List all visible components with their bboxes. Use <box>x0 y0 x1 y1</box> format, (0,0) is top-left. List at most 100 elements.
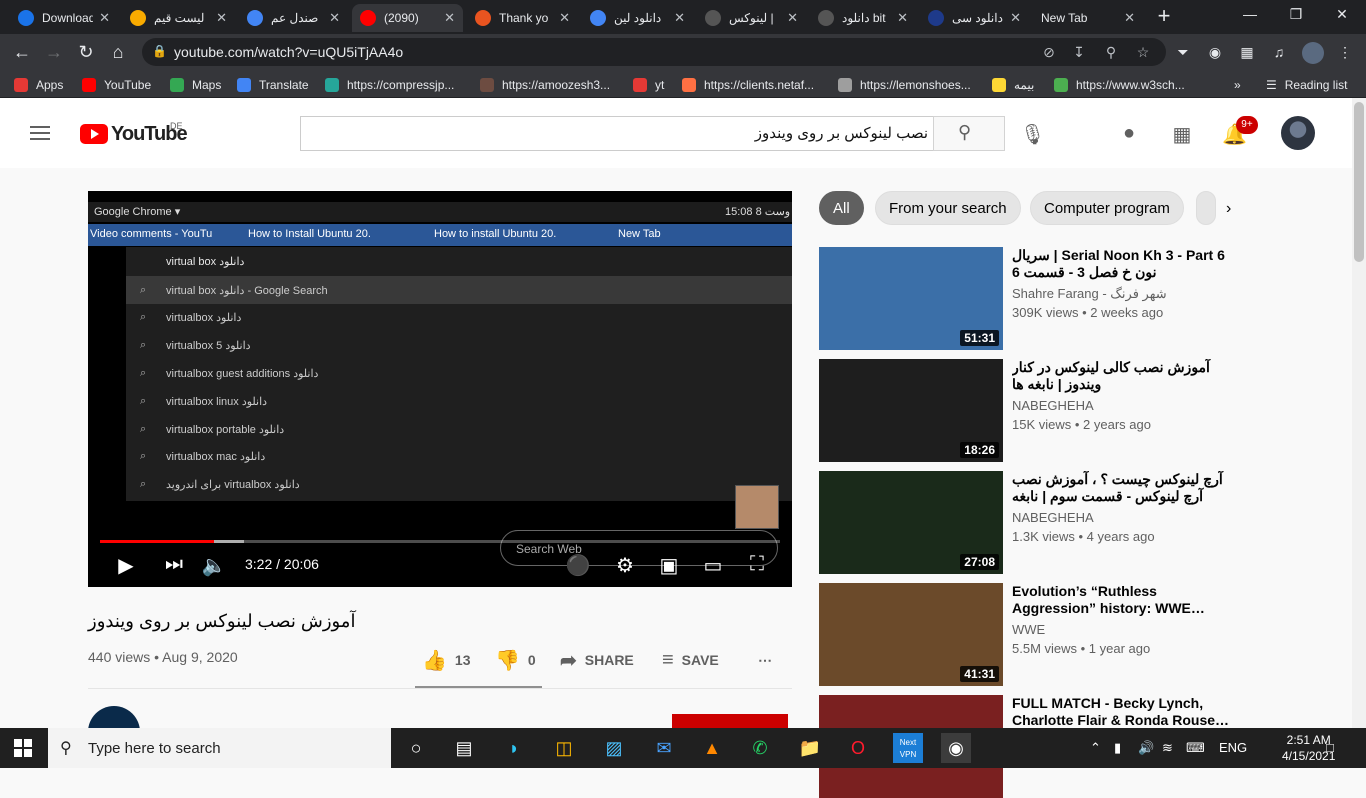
bookmark-item[interactable]: https://compressjp... <box>325 77 454 93</box>
autoplay-toggle[interactable]: ⚫ <box>562 553 594 578</box>
volume-icon[interactable]: 🔈 <box>201 553 227 578</box>
save-button[interactable]: ≡ SAVE <box>662 648 719 672</box>
keyboard-icon[interactable]: ⌨ <box>1186 740 1205 756</box>
next-icon[interactable]: ⏭ <box>161 553 187 576</box>
close-tab-icon[interactable]: ✕ <box>329 10 340 26</box>
browser-tab[interactable]: دانلود سی ✕ <box>920 4 1029 32</box>
browser-tab[interactable]: صندل عم ✕ <box>239 4 348 32</box>
dislike-button[interactable]: 👎 0 <box>495 648 536 672</box>
reading-list[interactable]: ☰ Reading list <box>1266 77 1347 93</box>
recommended-video[interactable]: 41:31 Evolution’s “Ruthless Aggression” h… <box>819 583 1349 686</box>
notifications-icon[interactable]: □ <box>1326 740 1334 755</box>
chip-all[interactable]: All <box>819 191 864 225</box>
video-thumbnail[interactable]: 18:26 <box>819 359 1003 462</box>
browser-tab[interactable]: لیست قیم ✕ <box>122 4 235 32</box>
home-icon[interactable]: ⌂ <box>108 42 128 62</box>
recommended-video-title[interactable]: FULL MATCH - Becky Lynch, Charlotte Flai… <box>1012 695 1242 729</box>
recommended-video-channel[interactable]: Shahre Farang - شهر فرنگ <box>1012 286 1167 302</box>
extension-download-icon[interactable]: ⏷ <box>1174 43 1192 61</box>
chrome-taskbar-icon[interactable]: ◉ <box>941 733 971 763</box>
zoom-icon[interactable]: ⚲ <box>1102 43 1120 61</box>
like-button[interactable]: 👍 13 <box>422 648 470 672</box>
close-tab-icon[interactable]: ✕ <box>559 10 570 26</box>
more-actions-icon[interactable]: ⋯ <box>758 648 772 672</box>
store-icon[interactable]: ◫ <box>549 733 579 763</box>
language-indicator[interactable]: ENG <box>1219 740 1247 755</box>
close-tab-icon[interactable]: ✕ <box>674 10 685 26</box>
device-icon[interactable]: ▨ <box>599 733 629 763</box>
browser-tab[interactable]: (2090) ✕ <box>352 4 463 32</box>
tray-up-chevron-icon[interactable]: ⌃ <box>1090 740 1101 756</box>
recommended-video-title[interactable]: آرچ لینوکس چیست ؟ ، آموزش نصب آرچ لینوکس… <box>1012 471 1242 505</box>
recommended-video[interactable]: 18:26 آموزش نصب کالی لینوکس در کنار ویندو… <box>819 359 1349 462</box>
recommended-video-channel[interactable]: NABEGHEHA <box>1012 510 1094 525</box>
settings-gear-icon[interactable]: ⚙ <box>612 553 638 578</box>
video-thumbnail[interactable]: 51:31 <box>819 247 1003 350</box>
lock-icon[interactable]: 🔒 <box>152 44 167 58</box>
browser-tab[interactable]: Download ✕ <box>10 4 118 32</box>
recommended-video-title[interactable]: آموزش نصب کالی لینوکس در کنار ویندوز | ن… <box>1012 359 1242 393</box>
nextvpn-icon[interactable]: Next VPN <box>893 733 923 763</box>
speaker-icon[interactable]: 🔊 <box>1138 740 1154 756</box>
bookmark-item[interactable]: بیمه <box>992 77 1034 93</box>
apps-grid-icon[interactable]: ▦ <box>1170 122 1194 147</box>
menu-dots-icon[interactable]: ⋮ <box>1336 43 1354 61</box>
bookmark-item[interactable]: https://www.w3sch... <box>1054 77 1185 93</box>
cortana-icon[interactable]: ○ <box>401 733 431 763</box>
chevron-right-icon[interactable]: › <box>1226 200 1231 218</box>
close-tab-icon[interactable]: ✕ <box>1124 10 1135 26</box>
more-bookmarks-icon[interactable]: » <box>1234 77 1241 93</box>
new-tab-button[interactable]: + <box>1152 5 1176 29</box>
windows-start-icon[interactable] <box>14 739 32 757</box>
bookmark-item[interactable]: https://lemonshoes... <box>838 77 971 93</box>
youtube-logo-icon[interactable] <box>80 124 108 144</box>
install-icon[interactable]: ↧ <box>1070 43 1088 61</box>
chip-computer-program[interactable]: Computer program <box>1030 191 1184 225</box>
browser-tab[interactable]: Thank yo ✕ <box>467 4 578 32</box>
extension-circle-icon[interactable]: ◉ <box>1206 43 1224 61</box>
file-explorer-icon[interactable]: 📁 <box>795 733 825 763</box>
whatsapp-icon[interactable]: ✆ <box>745 733 775 763</box>
bookmark-item[interactable]: Maps <box>170 77 221 93</box>
address-url[interactable]: youtube.com/watch?v=uQU5iTjAA4o <box>174 44 403 60</box>
reload-icon[interactable]: ↻ <box>76 42 96 62</box>
task-view-icon[interactable]: ▤ <box>449 733 479 763</box>
recommended-video[interactable]: 27:08 آرچ لینوکس چیست ؟ ، آموزش نصب آرچ ل… <box>819 471 1349 574</box>
taskbar-search-placeholder[interactable]: Type here to search <box>88 740 221 757</box>
play-icon[interactable]: ▶ <box>113 553 139 578</box>
browser-tab[interactable]: لینوکس | ✕ <box>697 4 806 32</box>
recommended-video-title[interactable]: Evolution’s “Ruthless Aggression” histor… <box>1012 583 1242 617</box>
bookmark-item[interactable]: YouTube <box>82 77 151 93</box>
blocked-icon[interactable]: ⊘ <box>1040 43 1058 61</box>
account-avatar[interactable] <box>1281 116 1315 150</box>
share-button[interactable]: ➦ SHARE <box>560 648 634 672</box>
video-thumbnail[interactable]: 27:08 <box>819 471 1003 574</box>
chip-partial[interactable] <box>1196 191 1216 225</box>
close-tab-icon[interactable]: ✕ <box>787 10 798 26</box>
opera-icon[interactable]: O <box>843 733 873 763</box>
media-control-icon[interactable]: ♫ <box>1270 43 1288 61</box>
bookmark-item[interactable]: https://amoozesh3... <box>480 77 610 93</box>
wifi-icon[interactable]: ≋ <box>1162 740 1173 756</box>
profile-avatar[interactable] <box>1302 42 1324 64</box>
bookmark-item[interactable]: Translate <box>237 77 309 93</box>
browser-tab[interactable]: دانلود bit ✕ <box>810 4 916 32</box>
bookmark-star-icon[interactable]: ☆ <box>1134 43 1152 61</box>
recommended-video-channel[interactable]: NABEGHEHA <box>1012 398 1094 413</box>
microphone-icon[interactable]: 🎙 <box>1020 122 1045 147</box>
video-thumbnail[interactable]: 41:31 <box>819 583 1003 686</box>
chip-from-your-search[interactable]: From your search <box>875 191 1021 225</box>
restore-icon[interactable]: ❐ <box>1276 6 1316 23</box>
back-icon[interactable]: ← <box>12 42 32 62</box>
hamburger-menu-icon[interactable] <box>30 126 50 140</box>
battery-icon[interactable]: ▮ <box>1114 740 1121 756</box>
search-icon[interactable]: ⚲ <box>958 122 971 143</box>
search-input[interactable]: نصب لینوکس بر روی ویندوز <box>310 124 934 142</box>
extensions-puzzle-icon[interactable]: ▦ <box>1238 43 1256 61</box>
browser-tab[interactable]: دانلود لین ✕ <box>582 4 693 32</box>
recommended-video-channel[interactable]: WWE <box>1012 622 1045 637</box>
edge-icon[interactable]: ◗ <box>499 733 529 763</box>
close-tab-icon[interactable]: ✕ <box>897 10 908 26</box>
minimize-icon[interactable]: — <box>1230 6 1270 22</box>
close-tab-icon[interactable]: ✕ <box>99 10 110 26</box>
